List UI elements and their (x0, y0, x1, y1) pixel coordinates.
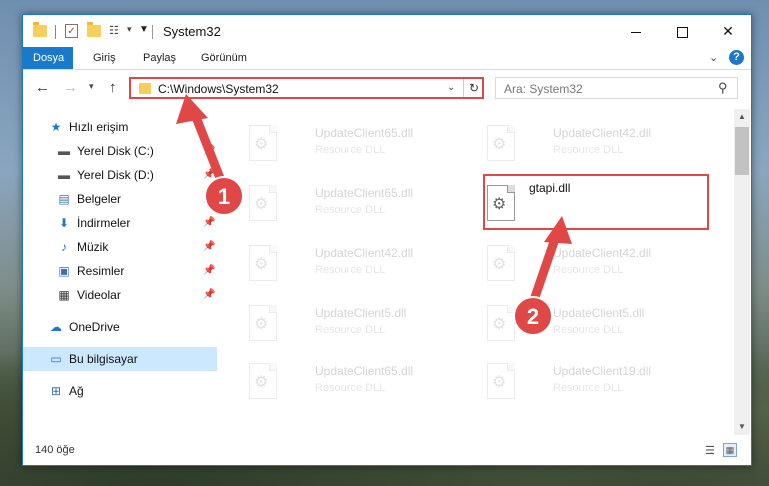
address-bar[interactable]: C:\Windows\System32 ⌄ ↻ (129, 77, 484, 99)
item-count: 140 öğe (35, 444, 75, 456)
minimize-icon (631, 31, 641, 33)
sidebar-item-quick-access[interactable]: ★ Hızlı erişim (23, 115, 217, 139)
window-title: System32 (163, 24, 221, 39)
drive-icon: ▬ (58, 144, 70, 158)
sidebar-item-onedrive[interactable]: ☁ OneDrive (23, 315, 217, 339)
sidebar-item-documents[interactable]: ▤ Belgeler 📌 (23, 187, 217, 211)
dll-file-icon: ⚙ (249, 245, 281, 285)
up-button[interactable]: ↑ (109, 79, 117, 96)
dll-file-icon: ⚙ (487, 245, 519, 285)
close-button[interactable]: ✕ (705, 15, 751, 47)
dll-file-icon: ⚙ (249, 125, 281, 165)
scrollbar-thumb[interactable] (735, 127, 749, 175)
file-item[interactable]: ⚙ UpdateClient42.dll Resource DLL (243, 239, 463, 291)
cloud-icon: ☁ (50, 320, 62, 334)
search-icon[interactable]: ⚲ (718, 80, 728, 96)
dll-file-icon: ⚙ (487, 363, 519, 403)
file-item[interactable]: ⚙ UpdateClient19.dll Resource DLL (481, 357, 701, 409)
help-icon[interactable]: ? (729, 50, 744, 65)
pin-icon[interactable]: 📌 (203, 163, 215, 187)
title-divider (152, 25, 153, 39)
back-button[interactable]: ← (35, 79, 50, 96)
pictures-icon: ▣ (58, 264, 70, 278)
dll-file-icon: ⚙ (487, 305, 519, 345)
sidebar-item-local-disk-c[interactable]: ▬ Yerel Disk (C:) 📌 (23, 139, 217, 163)
sidebar-item-pictures[interactable]: ▣ Resimler 📌 (23, 259, 217, 283)
new-folder-icon[interactable] (87, 22, 101, 37)
forward-button[interactable]: → (63, 79, 78, 96)
properties-check-icon[interactable]: ✓ (65, 24, 78, 38)
recent-locations-icon[interactable]: ▾ (89, 81, 94, 92)
tab-file[interactable]: Dosya (23, 47, 73, 69)
file-item[interactable]: ⚙ UpdateClient65.dll Resource DLL (243, 179, 463, 231)
drive-icon: ▬ (58, 168, 70, 182)
pin-icon[interactable]: 📌 (203, 283, 215, 307)
pin-icon[interactable]: 📌 (203, 211, 215, 235)
navigation-bar: ← → ▾ ↑ C:\Windows\System32 ⌄ ↻ Ara: Sys… (23, 71, 751, 105)
sidebar-item-local-disk-d[interactable]: ▬ Yerel Disk (D:) 📌 (23, 163, 217, 187)
minimize-button[interactable] (613, 15, 659, 47)
details-view-icon[interactable]: ☰ (705, 444, 719, 458)
pin-icon[interactable]: 📌 (203, 139, 215, 163)
customize-quick-access-icon[interactable]: ▼ (139, 24, 149, 40)
toolbar-divider (55, 25, 56, 39)
file-explorer-window: ✓ ☷ ▾ ▼ System32 ✕ Dosya Giriş Paylaş Gö… (22, 14, 752, 466)
pin-icon[interactable]: 📌 (203, 259, 215, 283)
file-item[interactable]: ⚙ UpdateClient5.dll Resource DLL (481, 299, 701, 351)
title-bar: ✓ ☷ ▾ ▼ System32 ✕ (23, 15, 751, 47)
gtapi-highlight-box (483, 174, 709, 230)
sidebar-item-this-pc[interactable]: ▭ Bu bilgisayar (23, 347, 217, 371)
documents-icon: ▤ (58, 192, 70, 206)
search-box[interactable]: Ara: System32 ⚲ (495, 77, 738, 99)
music-icon: ♪ (61, 240, 67, 254)
search-input[interactable]: Ara: System32 (504, 82, 583, 96)
file-item[interactable]: ⚙ UpdateClient42.dll Resource DLL (481, 239, 701, 291)
maximize-button[interactable] (659, 15, 705, 47)
folder-icon (33, 22, 47, 37)
properties-icon[interactable]: ☷ (109, 24, 123, 38)
file-list: ⚙ UpdateClient65.dll Resource DLL ⚙ Upda… (219, 111, 731, 435)
sidebar-item-downloads[interactable]: ⬇ İndirmeler 📌 (23, 211, 217, 235)
network-icon: ⊞ (50, 384, 62, 398)
scroll-up-icon[interactable]: ▲ (734, 109, 750, 125)
file-item[interactable]: ⚙ UpdateClient42.dll Resource DLL (481, 119, 701, 171)
dll-file-icon: ⚙ (249, 305, 281, 345)
pin-icon[interactable]: 📌 (203, 187, 215, 211)
star-icon: ★ (50, 120, 62, 134)
sidebar-item-videos[interactable]: ▦ Videolar 📌 (23, 283, 217, 307)
file-item[interactable]: ⚙ UpdateClient5.dll Resource DLL (243, 299, 463, 351)
chevron-down-icon[interactable]: ▾ (127, 24, 132, 40)
tab-share[interactable]: Paylaş (133, 47, 186, 69)
vertical-scrollbar[interactable]: ▲ ▼ (734, 109, 750, 435)
chevron-down-icon[interactable]: ⌄ (447, 82, 455, 93)
refresh-icon[interactable]: ↻ (463, 79, 484, 97)
file-item[interactable]: ⚙ UpdateClient65.dll Resource DLL (243, 119, 463, 171)
pin-icon[interactable]: 📌 (203, 235, 215, 259)
videos-icon: ▦ (58, 288, 70, 302)
close-icon: ✕ (722, 23, 734, 39)
maximize-icon (676, 26, 688, 38)
ribbon-tabs: Dosya Giriş Paylaş Görünüm ⌄ ? (23, 47, 751, 70)
dll-file-icon: ⚙ (487, 125, 519, 165)
address-path[interactable]: C:\Windows\System32 (158, 82, 279, 96)
file-item[interactable]: ⚙ UpdateClient65.dll Resource DLL (243, 357, 463, 409)
sidebar-item-music[interactable]: ♪ Müzik 📌 (23, 235, 217, 259)
computer-icon: ▭ (50, 352, 62, 366)
sidebar-item-network[interactable]: ⊞ Ağ (23, 379, 217, 403)
dll-file-icon: ⚙ (249, 363, 281, 403)
tab-home[interactable]: Giriş (83, 47, 126, 69)
folder-icon (139, 83, 151, 94)
dll-file-icon: ⚙ (249, 185, 281, 225)
expand-ribbon-icon[interactable]: ⌄ (709, 51, 718, 64)
large-icons-view-icon[interactable]: ▦ (723, 443, 737, 457)
status-bar: 140 öğe ☰ ▦ (23, 439, 751, 465)
navigation-pane: ★ Hızlı erişim ▬ Yerel Disk (C:) 📌 ▬ Yer… (23, 111, 217, 435)
download-icon: ⬇ (58, 216, 70, 230)
scroll-down-icon[interactable]: ▼ (734, 419, 750, 435)
tab-view[interactable]: Görünüm (191, 47, 257, 69)
